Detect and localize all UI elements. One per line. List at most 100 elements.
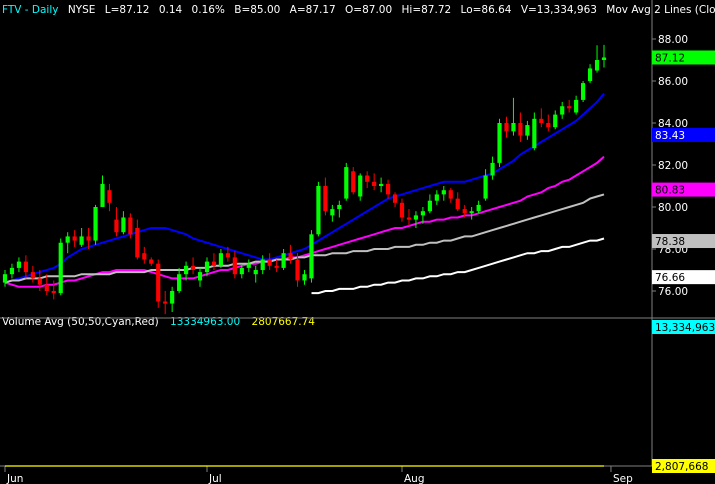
open-price: O=87.00 xyxy=(345,4,392,16)
candle-body xyxy=(455,198,460,210)
candle-body xyxy=(302,274,307,281)
exchange-label: NYSE xyxy=(68,4,96,16)
candle-body xyxy=(281,253,286,268)
candle-body xyxy=(37,278,42,285)
candle-body xyxy=(441,190,446,195)
date-tick-label: Aug xyxy=(404,473,425,484)
ask-price: A=87.17 xyxy=(290,4,336,16)
candle-body xyxy=(323,186,328,212)
candle-body xyxy=(504,123,509,132)
candle-body xyxy=(448,190,453,199)
last-price: L=87.12 xyxy=(105,4,150,16)
moving-average-label: Mov Avg 2 Lines (Close,2 xyxy=(606,4,715,16)
candle-body xyxy=(587,68,593,81)
volume-value: V=13,334,963 xyxy=(521,4,597,16)
candle-body xyxy=(72,236,77,241)
candle-body xyxy=(114,219,119,233)
candle-body xyxy=(86,236,91,241)
price-tick-label: 88.00 xyxy=(658,34,688,46)
candle-body xyxy=(100,183,105,207)
candle-body xyxy=(385,183,391,195)
candle-body xyxy=(135,228,140,258)
date-tick-label: Jul xyxy=(208,473,222,484)
symbol-label: FTV - Daily xyxy=(2,4,58,16)
high-price: Hi=87.72 xyxy=(402,4,452,16)
candle-body xyxy=(225,253,230,258)
candle-body xyxy=(532,118,537,149)
candle-body xyxy=(184,265,189,275)
candle-body xyxy=(211,261,217,266)
candle-body xyxy=(288,253,293,260)
candle-body xyxy=(65,236,70,243)
candle-body xyxy=(365,175,370,182)
bid-price: B=85.00 xyxy=(234,4,280,16)
candle-body xyxy=(309,234,314,279)
candle-body xyxy=(44,284,49,291)
candle-body xyxy=(30,272,35,279)
ma-magenta-tag: 80.83 xyxy=(655,185,685,197)
date-axis: Jun Jul Aug Sep xyxy=(4,466,633,484)
candle-body xyxy=(413,215,419,220)
chart-header: FTV - Daily NYSE L=87.12 0.14 0.16% B=85… xyxy=(2,4,715,16)
candle-body xyxy=(546,123,551,128)
candle-body xyxy=(372,181,377,186)
candle-body xyxy=(567,106,572,109)
date-tick-label: Sep xyxy=(613,473,633,484)
candle-body xyxy=(16,261,22,268)
candle-body xyxy=(539,118,544,123)
candle-body xyxy=(274,265,279,268)
value-tags: 87.12 83.43 80.83 78.38 76.66 13,334,963 2,807… xyxy=(652,50,715,473)
candle-body xyxy=(267,259,272,266)
candle-body xyxy=(351,171,356,193)
candle-body xyxy=(232,257,237,275)
candle-body xyxy=(149,259,154,264)
candle-body xyxy=(601,57,607,60)
candle-body xyxy=(490,162,495,176)
candle-body xyxy=(525,125,530,136)
candle-body xyxy=(574,99,579,113)
candle-body xyxy=(483,175,488,199)
change-percent: 0.16% xyxy=(192,4,225,16)
price-tick-label: 86.00 xyxy=(658,76,688,88)
change-value: 0.14 xyxy=(159,4,183,16)
moving-average-line xyxy=(4,92,605,284)
candle-body xyxy=(434,194,439,201)
ma-white-tag: 76.66 xyxy=(655,272,685,284)
candle-body xyxy=(128,217,133,235)
candle-body xyxy=(142,253,147,260)
candle-body xyxy=(58,242,63,294)
moving-average-line xyxy=(311,237,605,295)
candle-body xyxy=(163,301,168,304)
candle-body xyxy=(156,263,161,302)
candle-body xyxy=(392,194,398,203)
candle-body xyxy=(337,204,342,210)
candle-body xyxy=(427,200,432,212)
low-price: Lo=86.64 xyxy=(461,4,512,16)
candle-body xyxy=(23,261,28,273)
candle-body xyxy=(170,291,175,304)
candle-body xyxy=(553,114,558,128)
candle-body xyxy=(295,259,300,281)
price-tick-label: 82.00 xyxy=(658,160,688,172)
candle-body xyxy=(344,167,349,199)
candle-body xyxy=(177,274,182,291)
candle-body xyxy=(9,267,15,275)
candle-body xyxy=(594,60,600,71)
candle-body xyxy=(420,211,425,216)
candle-body xyxy=(511,123,516,132)
candle-body xyxy=(316,186,321,235)
candle-body xyxy=(379,183,384,186)
candle-body xyxy=(260,259,265,270)
candle-body xyxy=(79,236,84,245)
candle-body xyxy=(121,217,126,233)
date-tick-label: Jun xyxy=(6,473,23,484)
stock-chart: FTV - Daily NYSE L=87.12 0.14 0.16% B=85… xyxy=(0,0,715,484)
ma-blue-tag: 83.43 xyxy=(655,130,685,142)
candle-body xyxy=(476,204,481,212)
candle-body xyxy=(218,253,224,266)
candle-body xyxy=(469,211,474,214)
candle-body xyxy=(239,267,244,275)
candle-body xyxy=(197,272,203,281)
candle-body xyxy=(462,209,467,214)
candle-body xyxy=(93,207,98,241)
